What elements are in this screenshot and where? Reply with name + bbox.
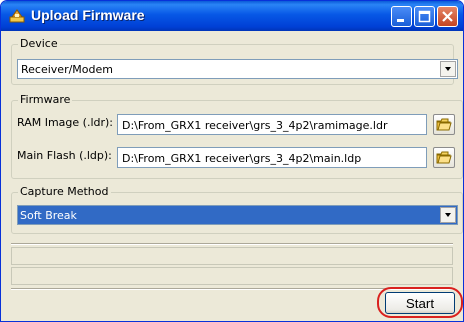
app-icon [9, 8, 25, 24]
capture-method-select[interactable]: Soft Break [17, 205, 458, 225]
ram-image-path-field[interactable]: D:\From_GRX1 receiver\grs_3_4p2\ramimage… [117, 114, 427, 135]
capture-method-group-label: Capture Method [18, 185, 111, 198]
maximize-button[interactable] [414, 6, 435, 27]
upload-firmware-window: Upload Firmware Device Receiver/Modem Fi… [0, 0, 464, 322]
device-select-value: Receiver/Modem [21, 63, 113, 76]
device-group-label: Device [18, 37, 60, 50]
status-bar [11, 247, 453, 265]
chevron-down-icon[interactable] [440, 207, 456, 223]
device-select[interactable]: Receiver/Modem [17, 59, 458, 79]
divider [11, 243, 453, 245]
progress-bar [11, 267, 453, 285]
close-button[interactable] [437, 6, 458, 27]
main-flash-path-field[interactable]: D:\From_GRX1 receiver\grs_3_4p2\main.ldp [117, 147, 427, 168]
window-title: Upload Firmware [31, 7, 145, 23]
capture-method-select-value: Soft Break [20, 209, 77, 222]
title-bar[interactable]: Upload Firmware [1, 1, 463, 31]
ram-image-path-value: D:\From_GRX1 receiver\grs_3_4p2\ramimage… [122, 119, 388, 132]
minimize-button[interactable] [391, 6, 412, 27]
main-flash-browse-button[interactable] [433, 147, 455, 168]
start-button-highlight [377, 287, 463, 318]
firmware-group-label: Firmware [18, 93, 73, 106]
chevron-down-icon[interactable] [440, 61, 456, 77]
main-flash-label: Main Flash (.ldp): [17, 149, 112, 162]
ram-image-browse-button[interactable] [433, 114, 455, 135]
main-flash-path-value: D:\From_GRX1 receiver\grs_3_4p2\main.ldp [122, 152, 362, 165]
ram-image-label: RAM Image (.ldr): [17, 116, 114, 129]
